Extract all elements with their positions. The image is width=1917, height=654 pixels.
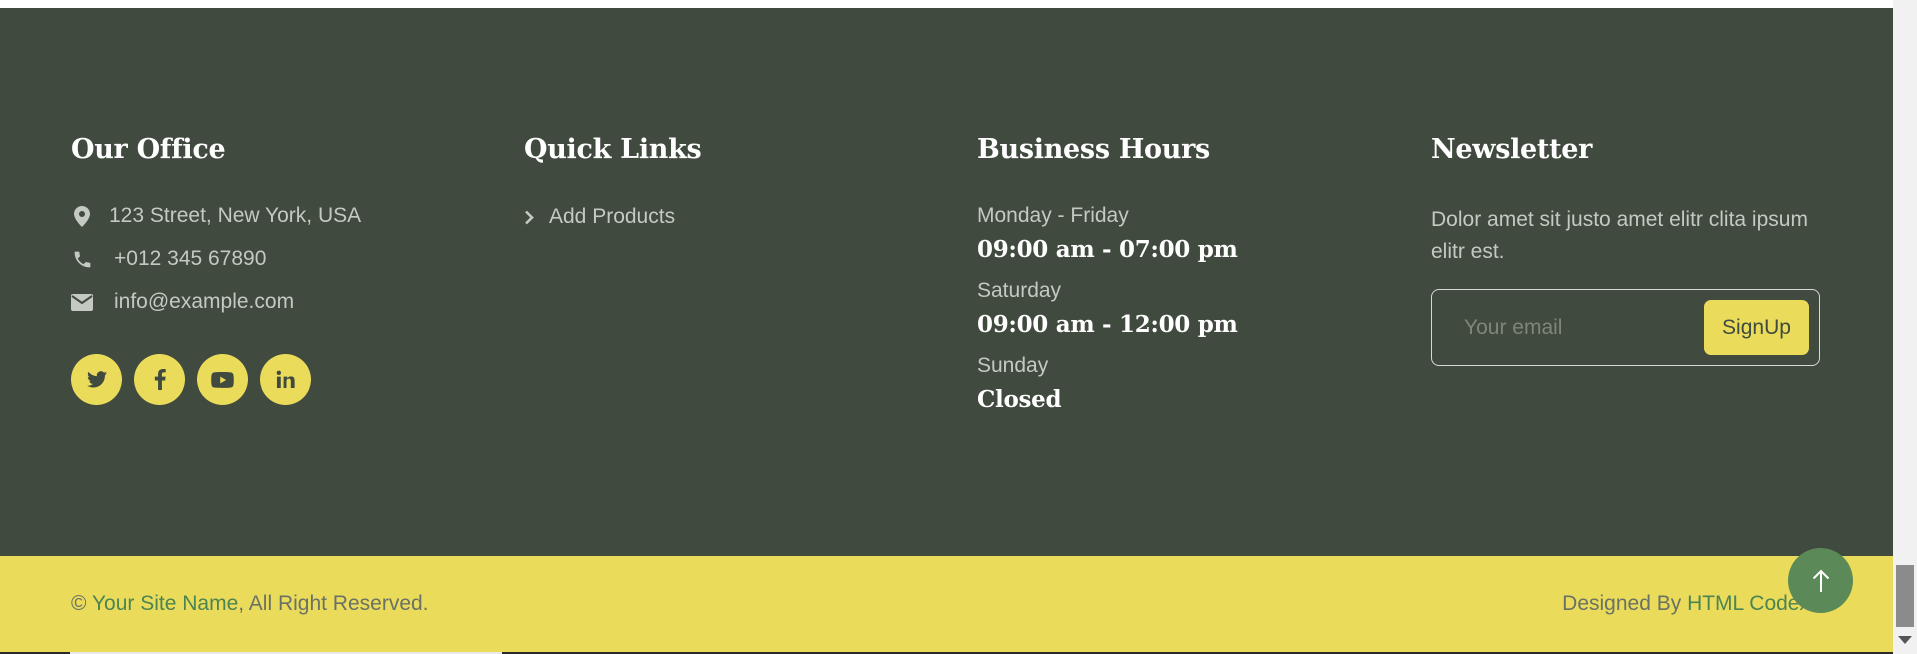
newsletter-title: Newsletter [1431, 134, 1593, 165]
quick-link-label: Add Products [549, 205, 676, 228]
signup-button[interactable]: SignUp [1704, 300, 1809, 355]
twitter-button[interactable] [71, 354, 122, 405]
arrow-up-icon [1812, 569, 1829, 592]
business-hours-title: Business Hours [977, 134, 1210, 165]
newsletter-form: SignUp [1431, 289, 1820, 366]
hours-day-sunday: Sunday [977, 354, 1049, 377]
office-title: Our Office [71, 134, 226, 165]
hours-time-weekdays: 09:00 am - 07:00 pm [977, 236, 1238, 263]
newsletter-description: Dolor amet sit justo amet elitr clita ip… [1431, 208, 1808, 263]
email-text: info@example.com [114, 290, 295, 313]
linkedin-button[interactable] [260, 354, 311, 405]
rights-text: , All Right Reserved. [238, 592, 429, 615]
quick-link-add-products[interactable]: Add Products [524, 205, 675, 229]
designed-by-text: Designed By [1562, 592, 1688, 615]
youtube-icon [211, 371, 234, 388]
footer-bottom-bar: © Your Site Name, All Right Reserved. De… [0, 556, 1893, 652]
map-marker-icon [71, 205, 93, 227]
hours-time-saturday: 09:00 am - 12:00 pm [977, 311, 1238, 338]
copyright-symbol: © [71, 592, 87, 615]
facebook-button[interactable] [134, 354, 185, 405]
newsletter-email-input[interactable] [1450, 302, 1680, 354]
youtube-button[interactable] [197, 354, 248, 405]
social-links [71, 354, 311, 405]
twitter-icon [86, 371, 107, 388]
footer: Our Office 123 Street, New York, USA +01… [0, 8, 1893, 556]
phone-row: +012 345 67890 [71, 247, 266, 271]
hours-day-saturday: Saturday [977, 279, 1062, 302]
linkedin-icon [276, 370, 295, 389]
vertical-scrollbar[interactable] [1893, 0, 1917, 654]
email-row: info@example.com [71, 290, 294, 314]
address-text: 123 Street, New York, USA [109, 204, 362, 227]
copyright: © Your Site Name, All Right Reserved. [71, 592, 429, 616]
hours-day-weekdays: Monday - Friday [977, 204, 1129, 227]
back-to-top-button[interactable] [1788, 548, 1853, 613]
scrollbar-thumb[interactable] [1896, 565, 1914, 627]
facebook-icon [154, 369, 166, 390]
phone-icon [71, 248, 93, 270]
quick-links-title: Quick Links [524, 134, 702, 165]
phone-text: +012 345 67890 [114, 247, 267, 270]
chevron-right-icon [524, 206, 538, 228]
scroll-down-arrow-icon[interactable] [1898, 636, 1912, 644]
page-top-strip [0, 0, 1893, 8]
site-name-link[interactable]: Your Site Name [92, 592, 238, 615]
address-row: 123 Street, New York, USA [71, 204, 361, 228]
designer-credit: Designed By HTML Codex [1562, 592, 1810, 616]
hours-time-sunday: Closed [977, 386, 1062, 413]
envelope-icon [71, 291, 93, 313]
